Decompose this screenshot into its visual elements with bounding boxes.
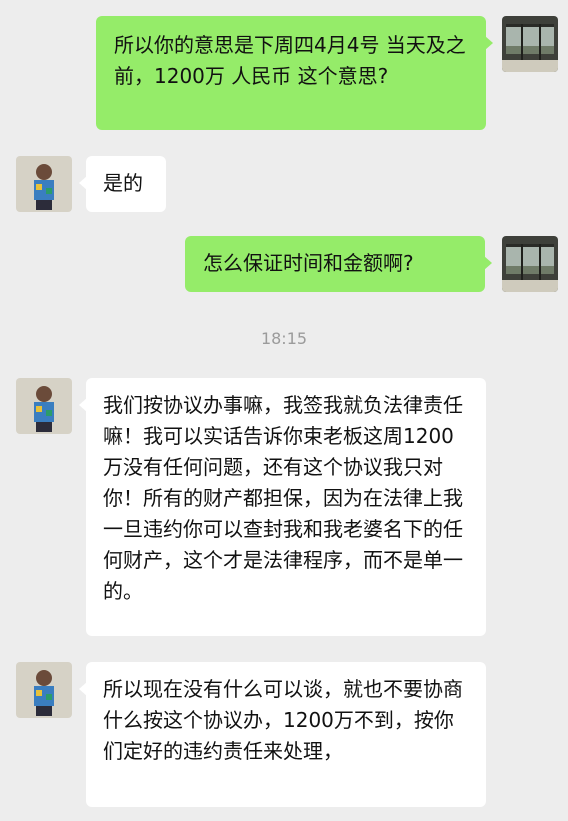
contact-avatar[interactable] [16,378,72,434]
message-text: 所以现在没有什么可以谈，就也不要协商什么按这个协议办，1200万不到，按你们定好… [103,677,463,763]
message-bubble-sent[interactable]: 怎么保证时间和金额啊? [185,236,492,292]
person-photo-avatar-icon [16,662,72,718]
message-text: 所以你的意思是下周四4月4号 当天及之前，1200万 人民币 这个意思? [114,33,466,88]
message-text: 我们按协议办事嘛，我签我就负法律责任嘛！我可以实话告诉你束老板这周1200万没有… [103,393,463,603]
person-photo-avatar-icon [16,156,72,212]
person-photo-avatar-icon [16,378,72,434]
my-avatar[interactable] [502,16,558,72]
my-avatar[interactable] [502,236,558,292]
message-bubble-received[interactable]: 是的 [79,156,166,212]
message-bubble-sent[interactable]: 所以你的意思是下周四4月4号 当天及之前，1200万 人民币 这个意思? [96,16,493,130]
chat-timestamp: 18:15 [260,329,308,348]
contact-avatar[interactable] [16,156,72,212]
window-scene-avatar-icon [502,236,558,292]
message-text: 是的 [103,171,143,195]
contact-avatar[interactable] [16,662,72,718]
window-scene-avatar-icon [502,16,558,72]
message-bubble-received[interactable]: 我们按协议办事嘛，我签我就负法律责任嘛！我可以实话告诉你束老板这周1200万没有… [79,378,486,636]
message-bubble-received[interactable]: 所以现在没有什么可以谈，就也不要协商什么按这个协议办，1200万不到，按你们定好… [79,662,486,807]
message-text: 怎么保证时间和金额啊? [203,251,414,275]
